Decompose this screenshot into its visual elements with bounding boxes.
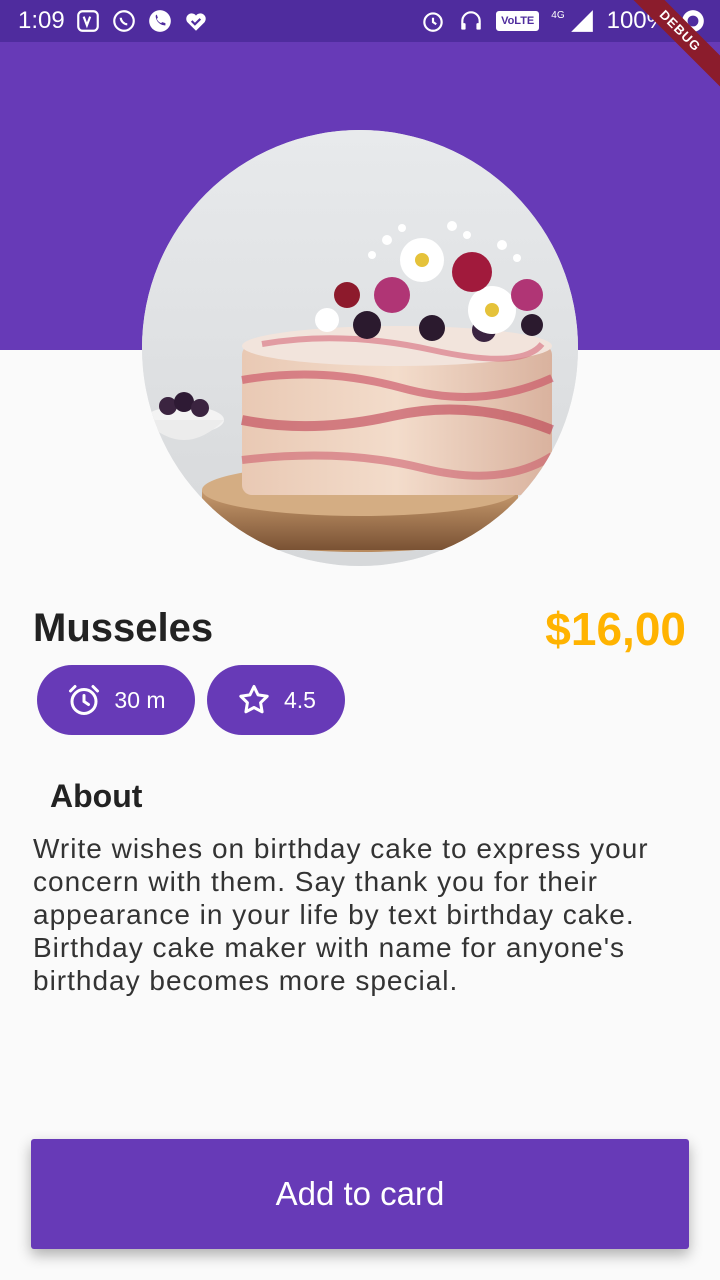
jiosaavn-icon (75, 8, 101, 34)
about-heading: About (50, 778, 143, 814)
whatsapp-icon (111, 8, 137, 34)
status-bar-left: 1:09 (18, 7, 209, 35)
prep-time-label: 30 m (114, 686, 166, 713)
alarm-icon (420, 8, 446, 34)
rating-label: 4.5 (284, 686, 316, 713)
heart-check-icon (183, 8, 209, 34)
phone-icon (147, 8, 173, 34)
star-outline-icon (239, 685, 269, 714)
volte-icon: VoLTE (496, 11, 540, 31)
product-price: $16,00 (545, 603, 686, 655)
status-time: 1:09 (18, 7, 65, 34)
status-bar: 1:09 VoLTE 4G 100% (0, 0, 720, 42)
add-to-cart-button[interactable]: Add to card (31, 1139, 689, 1249)
alarm-icon (69, 685, 100, 715)
cake-image (142, 130, 578, 566)
signal-icon (569, 8, 595, 34)
cake-illustration (142, 130, 578, 566)
prep-time-chip: 30 m (37, 665, 195, 735)
rating-chip: 4.5 (207, 665, 345, 735)
network-type: 4G (551, 9, 565, 21)
about-description: Write wishes on birthday cake to express… (33, 833, 649, 996)
headset-icon (458, 8, 484, 34)
product-detail-screen: 1:09 VoLTE 4G 100% DEBUG Musseles $16,00… (0, 0, 720, 1280)
product-title: Musseles (33, 606, 214, 650)
